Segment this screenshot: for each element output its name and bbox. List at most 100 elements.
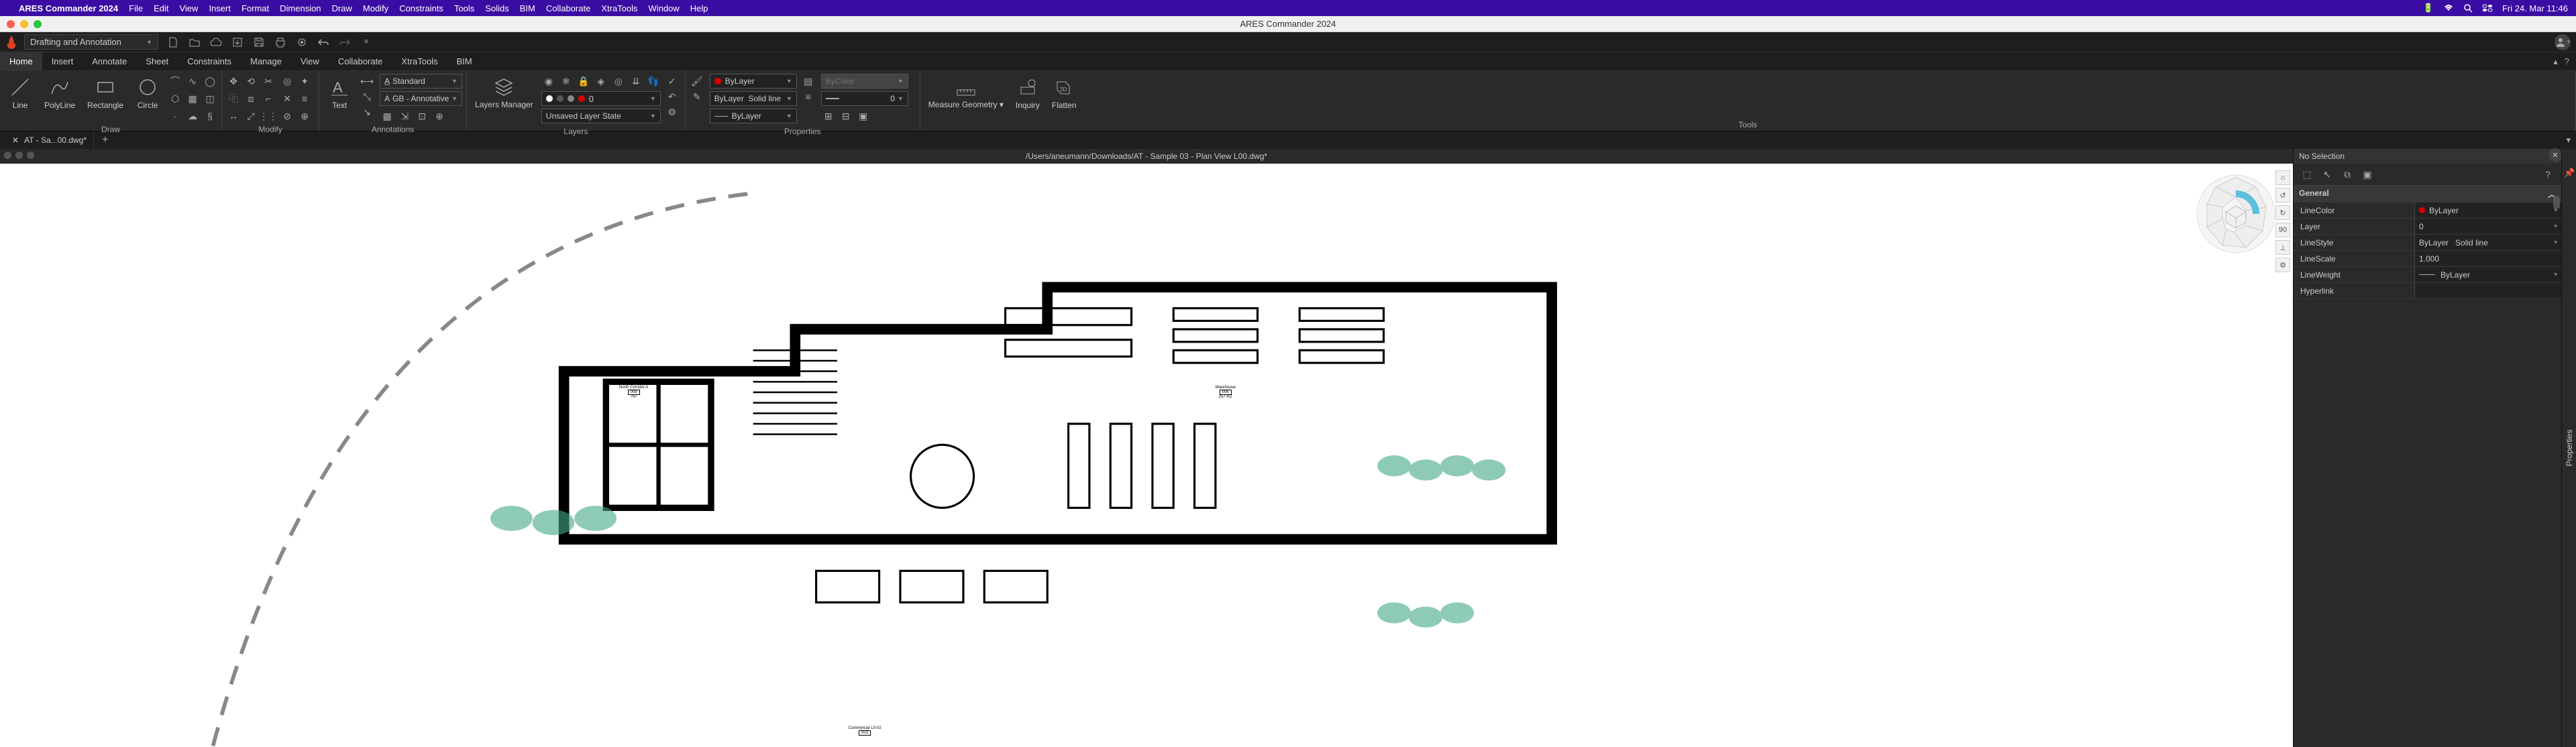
dim-linear-icon[interactable]: ⟷ <box>360 74 374 89</box>
rotate-angle-display[interactable]: 90 <box>2275 223 2290 237</box>
menubar-app-name[interactable]: ARES Commander 2024 <box>19 3 118 13</box>
layer-merge-icon[interactable]: ⇊ <box>629 74 643 89</box>
select-similar-icon[interactable]: ⧉ <box>2341 168 2354 181</box>
panel-close-icon[interactable]: ✕ <box>2548 148 2562 162</box>
menu-constraints[interactable]: Constraints <box>399 3 443 13</box>
prop-linecolor-value[interactable]: ByLayer▾ <box>2414 203 2561 218</box>
menu-format[interactable]: Format <box>241 3 269 13</box>
menu-file[interactable]: File <box>129 3 143 13</box>
mirror-tool-icon[interactable]: ⧈ <box>244 91 258 106</box>
battery-icon[interactable]: 🔋 <box>2423 3 2434 13</box>
window-maximize-button[interactable] <box>34 20 42 28</box>
dim-style-select[interactable]: AGB - Annotative▼ <box>380 91 462 106</box>
prop-lineweight-value[interactable]: ByLayer▾ <box>2414 267 2561 282</box>
print-icon[interactable] <box>274 36 287 49</box>
layer-state-select[interactable]: Unsaved Layer State▼ <box>541 109 661 123</box>
flatten-tool[interactable]: 2D Flatten <box>1048 74 1081 111</box>
line-tool[interactable]: Line <box>4 74 36 111</box>
layer-previous-icon[interactable]: ↶ <box>665 89 680 104</box>
ribbon-tab-home[interactable]: Home <box>0 52 42 70</box>
home-view-button[interactable]: ⌂ <box>2275 170 2290 185</box>
leader-icon[interactable]: ↘ <box>360 105 374 119</box>
ribbon-minimize-icon[interactable]: ▴ <box>2553 56 2558 67</box>
preview-icon[interactable] <box>295 36 309 49</box>
properties-side-rail[interactable]: 📌 Properties <box>2561 149 2576 747</box>
wifi-icon[interactable] <box>2443 4 2454 12</box>
control-center-icon[interactable] <box>2482 4 2493 12</box>
menu-draw[interactable]: Draw <box>332 3 352 13</box>
layer-lock-icon[interactable]: 🔒 <box>576 74 591 89</box>
layer-tools-icon[interactable]: ⚙ <box>665 105 680 119</box>
selection-dropdown[interactable]: No Selection ▼ <box>2294 149 2561 164</box>
toggle-pickadd-icon[interactable]: ▣ <box>2361 168 2374 181</box>
perpendicular-view-button[interactable]: ⊥ <box>2275 240 2290 255</box>
polyline-tool[interactable]: PolyLine <box>40 74 79 111</box>
layer-off-icon[interactable]: ◎ <box>611 74 626 89</box>
rotate-cw-button[interactable]: ↻ <box>2275 205 2290 220</box>
align-tool-icon[interactable]: ≡ <box>297 91 312 106</box>
menubar-clock[interactable]: Fri 24. Mar 11:46 <box>2502 3 2568 13</box>
menu-insert[interactable]: Insert <box>209 3 231 13</box>
ribbon-tab-collaborate[interactable]: Collaborate <box>329 52 392 70</box>
user-account-icon[interactable]: ▾ <box>2555 34 2571 50</box>
menu-window[interactable]: Window <box>649 3 680 13</box>
linetype-select[interactable]: ByLayer Solid line▼ <box>710 91 797 106</box>
prop-linestyle-value[interactable]: ByLayer Solid line▾ <box>2414 235 2561 250</box>
join-tool-icon[interactable]: ⊕ <box>297 109 312 123</box>
circle-tool[interactable]: Circle <box>131 74 164 111</box>
window-close-button[interactable] <box>7 20 15 28</box>
ribbon-tab-view[interactable]: View <box>291 52 329 70</box>
menu-collaborate[interactable]: Collaborate <box>546 3 591 13</box>
menu-help[interactable]: Help <box>690 3 708 13</box>
prop-linescale-value[interactable]: 1.000 <box>2414 251 2561 266</box>
table-icon[interactable]: ▦ <box>380 109 394 123</box>
redo-icon[interactable] <box>338 36 352 49</box>
helix-tool-icon[interactable]: § <box>203 109 217 123</box>
ribbon-help-icon[interactable]: ? <box>2565 56 2569 67</box>
plotstyle-select[interactable]: ByColor▼ <box>821 74 908 89</box>
menu-xtratools[interactable]: XtraTools <box>601 3 637 13</box>
erase-tool-icon[interactable]: ✕ <box>280 91 294 106</box>
tabs-overflow-icon[interactable]: ▾ <box>2566 135 2571 145</box>
cloud-icon[interactable] <box>209 36 223 49</box>
scrollbar-thumb[interactable] <box>2553 196 2560 209</box>
centermark-icon[interactable]: ⊕ <box>432 109 447 123</box>
copy-tool-icon[interactable]: ⿻ <box>226 91 241 106</box>
rotate-ccw-button[interactable]: ↺ <box>2275 188 2290 203</box>
arc-tool-icon[interactable]: ⌒ <box>168 74 182 89</box>
move-tool-icon[interactable]: ✥ <box>226 74 241 89</box>
spline-tool-icon[interactable]: ∿ <box>185 74 200 89</box>
menu-tools[interactable]: Tools <box>454 3 474 13</box>
rectangle-tool[interactable]: Rectangle <box>83 74 127 111</box>
layer-freeze-icon[interactable]: ❄ <box>559 74 574 89</box>
save-icon[interactable] <box>252 36 266 49</box>
document-tab[interactable]: ✕ AT - Sa...00.dwg* <box>5 131 94 149</box>
color-select[interactable]: ByLayer▼ <box>710 74 797 89</box>
dim-aligned-icon[interactable]: ⤡ <box>360 89 374 104</box>
layer-match-icon[interactable]: ✓ <box>665 74 680 89</box>
menu-view[interactable]: View <box>179 3 198 13</box>
open-file-icon[interactable] <box>188 36 201 49</box>
window-minimize-button[interactable] <box>20 20 28 28</box>
scale-tool-icon[interactable]: ⤢ <box>244 109 258 123</box>
ribbon-tab-xtratools[interactable]: XtraTools <box>392 52 447 70</box>
explode-tool-icon[interactable]: ✦ <box>297 74 312 89</box>
workspace-selector[interactable]: Drafting and Annotation ▼ <box>24 34 158 50</box>
new-file-icon[interactable] <box>166 36 180 49</box>
fillet-tool-icon[interactable]: ⌐ <box>261 91 276 106</box>
transparency-icon[interactable]: ▤ <box>801 74 816 89</box>
point-tool-icon[interactable]: ∙ <box>168 109 182 123</box>
quick-select-icon[interactable]: ⬚ <box>2300 168 2314 181</box>
ribbon-tab-constraints[interactable]: Constraints <box>178 52 241 70</box>
view-settings-button[interactable]: ⚙ <box>2275 257 2290 272</box>
menu-edit[interactable]: Edit <box>154 3 168 13</box>
ribbon-tab-annotate[interactable]: Annotate <box>83 52 136 70</box>
drawing-viewport[interactable]: /Users/aneumann/Downloads/AT - Sample 03… <box>0 149 2293 747</box>
thickness-input[interactable]: 0▼ <box>821 91 908 106</box>
ungroup-icon[interactable]: ⊟ <box>839 109 853 123</box>
props-manager-icon[interactable]: ▣ <box>856 109 871 123</box>
text-tool[interactable]: A Text <box>323 74 356 111</box>
layer-iso-icon[interactable]: ◈ <box>594 74 608 89</box>
text-style-select[interactable]: A̲Standard▼ <box>380 74 462 89</box>
stretch-tool-icon[interactable]: ↔ <box>226 109 241 123</box>
